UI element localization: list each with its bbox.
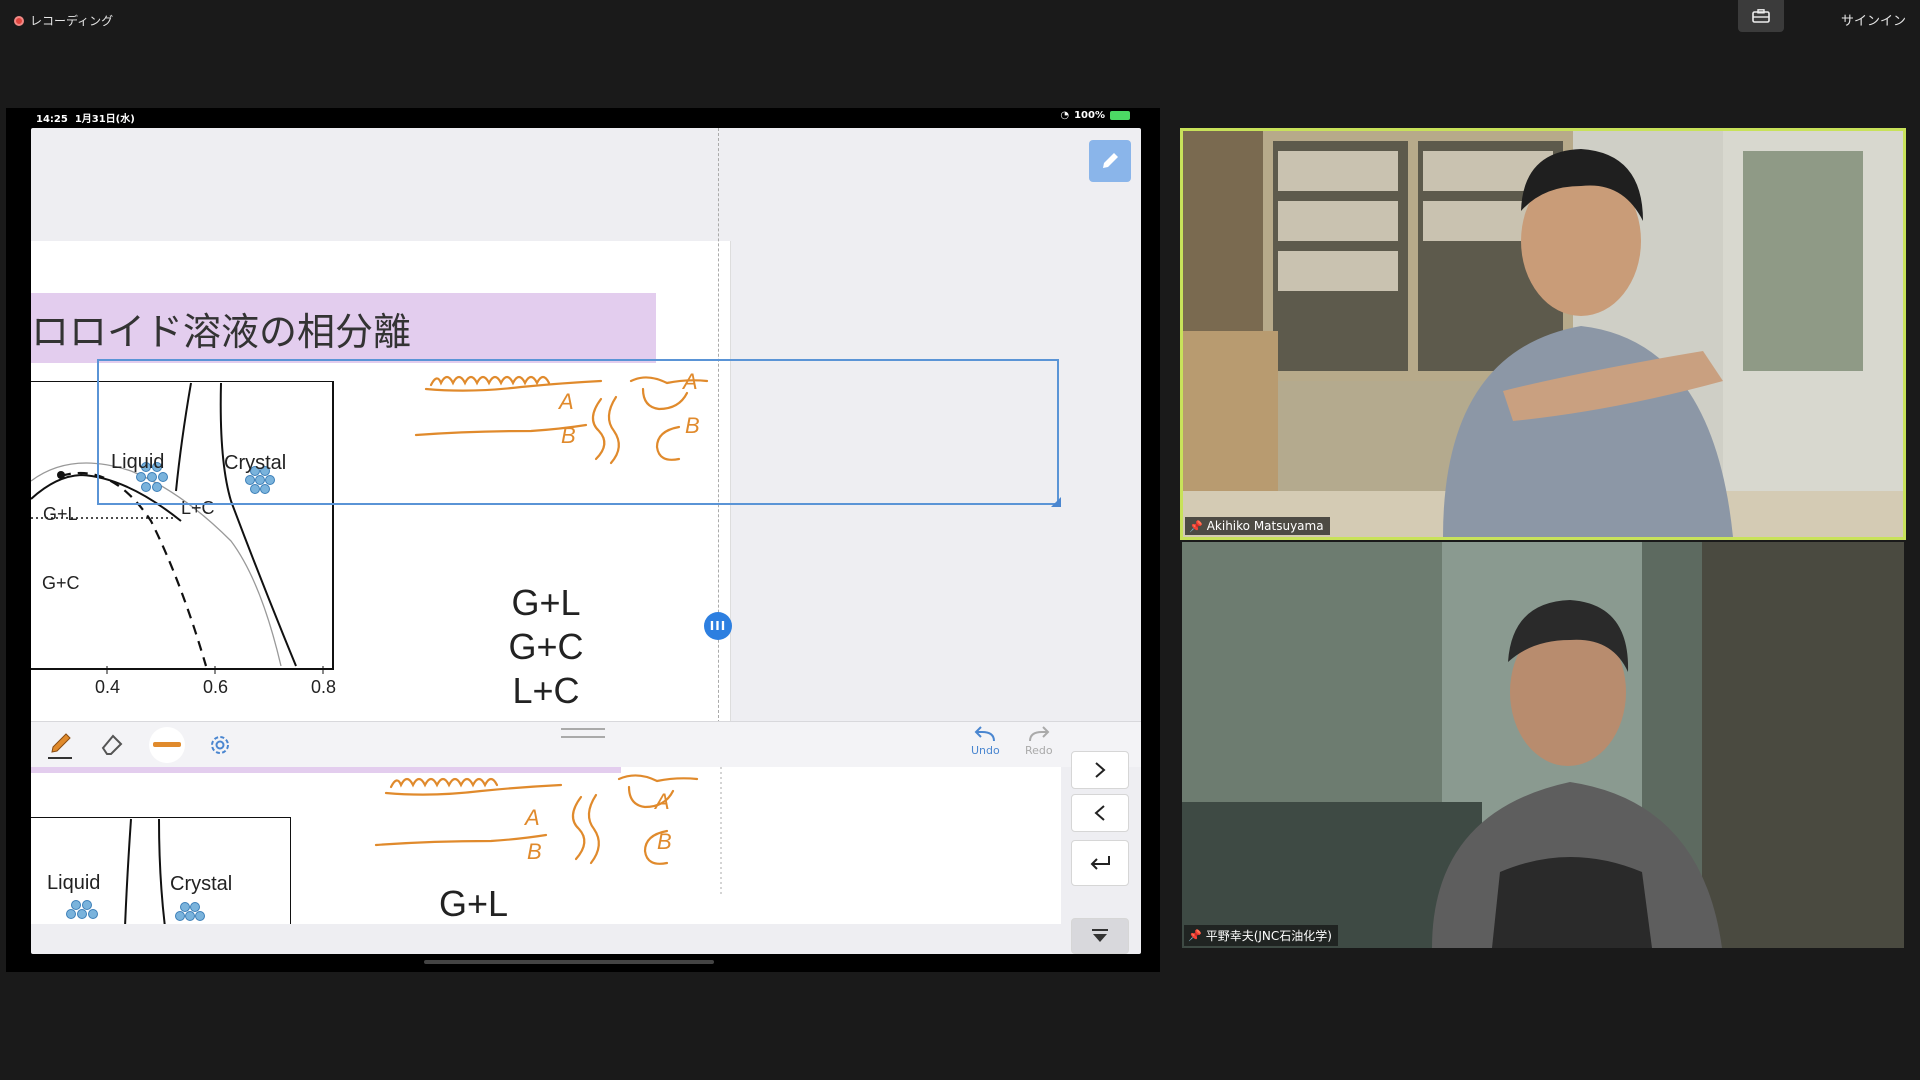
participant-name-tag: 📌 Akihiko Matsuyama — [1185, 517, 1330, 535]
participant-video-active[interactable]: 📌 Akihiko Matsuyama — [1180, 128, 1906, 540]
color-picker[interactable] — [149, 727, 185, 763]
signin-link[interactable]: サインイン — [1841, 10, 1906, 29]
recording-label: レコーディング — [30, 14, 114, 28]
battery-icon — [1110, 111, 1130, 120]
tick-0-6: 0.6 — [203, 677, 229, 697]
next-page-preview[interactable]: Liquid Crystal A B A B G+L — [31, 767, 1061, 924]
battery-percent: 100% — [1074, 110, 1105, 121]
pin-icon: 📌 — [1189, 519, 1203, 533]
tick-0-8: 0.8 — [311, 677, 337, 697]
preview-phase: G+L — [439, 883, 509, 924]
undo-icon — [974, 726, 996, 742]
selection-box[interactable] — [97, 359, 1061, 507]
preview-ink-b-circled: B — [657, 829, 672, 854]
participant-name-tag: 📌 平野幸夫(JNC石油化学) — [1184, 925, 1338, 946]
gc-region-label: G+C — [42, 573, 80, 593]
wifi-icon: ◔ — [1060, 110, 1070, 121]
settings-tool[interactable] — [205, 730, 235, 760]
ipad-status-left: 14:25 1月31日(水) — [36, 110, 135, 125]
return-icon — [1090, 856, 1110, 870]
pencil-icon — [1103, 153, 1118, 168]
next-page-button[interactable] — [1071, 751, 1129, 789]
recording-indicator[interactable]: レコーディング — [14, 12, 113, 29]
eraser-tool[interactable] — [97, 730, 127, 760]
panel-grip[interactable] — [561, 728, 605, 738]
preview-diagram — [31, 817, 291, 924]
participant-name: 平野幸夫(JNC石油化学) — [1205, 929, 1332, 943]
gl-region-label: G+L — [43, 504, 78, 524]
slide-title: ロロイド溶液の相分離 — [31, 310, 412, 354]
chevron-left-icon — [1094, 805, 1105, 821]
pin-icon: 📌 — [1188, 929, 1202, 942]
gear-icon — [211, 736, 229, 754]
preview-ink-a: A — [525, 805, 540, 830]
meeting-top-bar: レコーディング サインイン — [0, 0, 1920, 40]
preview-crystal-label: Crystal — [170, 873, 233, 895]
notes-app-canvas[interactable]: ロロイド溶液の相分離 Liquid Crystal G+L L+C G+C 0.… — [31, 128, 1141, 954]
eraser-icon — [101, 734, 123, 755]
resize-handle[interactable] — [1051, 497, 1061, 507]
line-color-icon — [153, 742, 181, 747]
edit-pen-button[interactable] — [1089, 140, 1131, 182]
scroll-handle[interactable]: III — [704, 612, 732, 640]
collapse-panel-button[interactable] — [1071, 918, 1129, 954]
return-button[interactable] — [1071, 840, 1129, 886]
undo-button[interactable]: Undo — [971, 726, 1000, 757]
preview-liquid-label: Liquid — [47, 872, 101, 894]
briefcase-button[interactable] — [1738, 0, 1784, 32]
collapse-down-icon — [1092, 929, 1108, 942]
ipad-status-right: ◔ 100% — [1060, 110, 1130, 121]
undo-label: Undo — [971, 744, 1000, 757]
tick-0-4: 0.4 — [95, 677, 121, 697]
prev-page-button[interactable] — [1071, 794, 1129, 832]
briefcase-icon — [1752, 9, 1770, 23]
participant-video-frame — [1182, 542, 1904, 948]
phase-item: L+C — [512, 670, 580, 711]
preview-ink-b: B — [527, 839, 542, 864]
pen-icon — [48, 733, 72, 759]
record-dot-icon — [14, 15, 24, 26]
drawing-toolbar: Undo Redo — [31, 721, 1141, 767]
ipad-time: 14:25 — [36, 114, 68, 125]
phase-item: G+C — [508, 626, 584, 667]
chevron-right-icon — [1095, 762, 1106, 778]
phase-item: G+L — [511, 582, 581, 623]
shared-screen: 14:25 1月31日(水) ◔ 100% ロロイド溶液の相分離 Liquid … — [6, 108, 1160, 972]
ipad-date: 1月31日(水) — [74, 114, 135, 125]
participant-video[interactable]: 📌 平野幸夫(JNC石油化学) — [1182, 542, 1904, 948]
redo-icon — [1028, 726, 1050, 742]
participant-video-frame — [1183, 131, 1903, 537]
redo-label: Redo — [1025, 744, 1053, 757]
home-indicator — [424, 960, 714, 964]
pen-tool[interactable] — [45, 730, 75, 760]
preview-handwriting — [374, 767, 722, 897]
redo-button[interactable]: Redo — [1025, 726, 1053, 757]
participant-name: Akihiko Matsuyama — [1206, 519, 1324, 533]
preview-ink-a-circled: A — [655, 789, 670, 814]
